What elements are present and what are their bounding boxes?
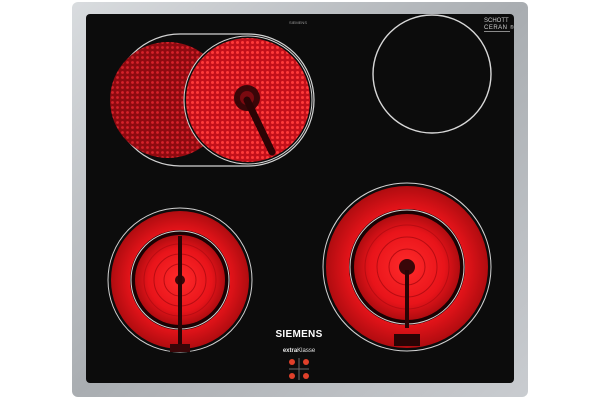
top-brand-text: SIEMENS xyxy=(289,20,307,25)
indicator-light-front-right xyxy=(303,373,309,379)
indicator-cluster xyxy=(289,358,309,380)
indicator-divider-v xyxy=(298,358,300,380)
badge-line-3: ® xyxy=(510,24,514,31)
indicator-light-rear-left xyxy=(289,359,295,365)
series-prefix: extra xyxy=(283,348,298,354)
indicator-light-rear-right xyxy=(303,359,309,365)
front-right-terminal xyxy=(394,334,420,346)
indicator-light-front-left xyxy=(289,373,295,379)
badge-underline xyxy=(484,31,510,32)
brand-logo: SIEMENS xyxy=(275,329,322,340)
badge-line-1: SCHOTT xyxy=(484,18,509,24)
front-left-terminal xyxy=(170,344,190,352)
hob-photo: SIEMENS SCHOTT CERAN ® SIEMENS extraKlas… xyxy=(72,2,528,397)
series-label: extraKlasse xyxy=(283,348,316,354)
badge-line-2: CERAN xyxy=(484,25,508,31)
zone-rear-left[interactable] xyxy=(110,33,315,167)
series-suffix: Klasse xyxy=(297,348,316,354)
